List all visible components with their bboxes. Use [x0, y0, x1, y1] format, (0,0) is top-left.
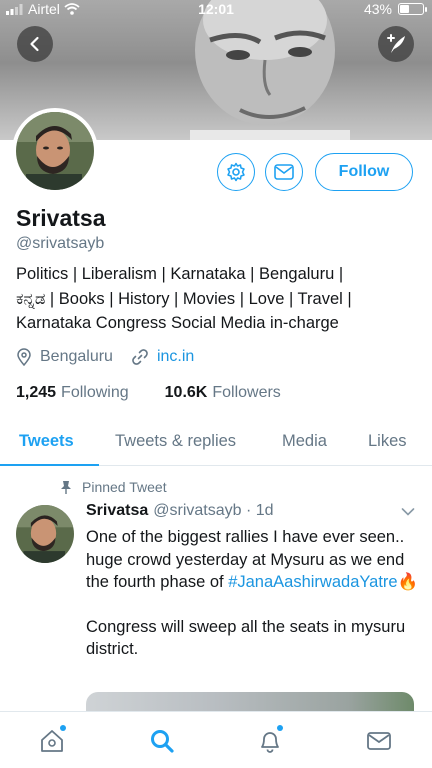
tweet-body[interactable]: One of the biggest rallies I have ever s… — [86, 526, 421, 683]
bio-line: Karnataka Congress Social Media in-charg… — [16, 314, 339, 332]
envelope-icon — [274, 164, 294, 180]
nav-search[interactable] — [147, 726, 177, 756]
direct-message-button[interactable] — [265, 153, 303, 191]
profile-location: Bengaluru — [16, 348, 113, 366]
following-label: Following — [61, 384, 129, 401]
tab-likes[interactable]: Likes — [368, 432, 407, 451]
chevron-left-icon — [30, 36, 39, 52]
back-button[interactable] — [17, 26, 53, 62]
followers-number: 10.6K — [164, 384, 208, 401]
active-tab-indicator — [0, 464, 99, 466]
followers-label: Followers — [212, 384, 281, 401]
tab-media[interactable]: Media — [282, 432, 327, 451]
tab-tweets[interactable]: Tweets — [19, 432, 74, 451]
fire-emoji: 🔥 — [397, 573, 419, 591]
battery-icon — [398, 3, 427, 15]
profile-handle: @srivatsayb — [16, 235, 105, 252]
profile-name: Srivatsa — [16, 205, 106, 231]
compose-tweet-icon — [387, 34, 405, 53]
compose-tweet-button[interactable] — [378, 26, 414, 62]
tweet-hashtag[interactable]: #JanaAashirwadaYatre — [228, 573, 397, 591]
profile-tabs: Tweets Tweets & replies Media Likes — [0, 418, 432, 466]
tweet-avatar[interactable] — [16, 505, 74, 563]
status-bar: Airtel 12:01 43% — [0, 0, 432, 20]
profile-url[interactable]: inc.in — [131, 348, 194, 366]
avatar-image — [16, 112, 94, 190]
search-icon — [151, 730, 174, 753]
battery-percent: 43% — [363, 1, 392, 17]
bottom-nav — [0, 711, 432, 768]
bell-icon — [261, 732, 279, 753]
gear-icon — [227, 162, 245, 182]
location-pin-icon — [17, 348, 31, 366]
tweet-header: Srivatsa @srivatsayb · 1d — [86, 502, 274, 520]
profile-meta: Bengaluru inc.in — [16, 348, 194, 366]
avatar-image — [16, 505, 74, 563]
envelope-icon — [367, 732, 391, 750]
tweet-handle-time: @srivatsayb · 1d — [153, 502, 274, 519]
bio-line: ಕನ್ನಡ | Books | History | Movies | Love … — [16, 289, 352, 308]
tweet-text: Congress will sweep all the seats in mys… — [86, 617, 406, 659]
banner-portrait-image — [190, 0, 350, 140]
pin-icon — [61, 481, 71, 494]
bio-line: Politics | Liberalism | Karnataka | Beng… — [16, 265, 344, 283]
follow-counts: 1,245 Following 10.6K Followers — [16, 384, 317, 402]
link-icon — [132, 349, 148, 365]
nav-messages[interactable] — [364, 726, 394, 756]
url-label[interactable]: inc.in — [157, 348, 194, 366]
follow-button[interactable]: Follow — [315, 153, 413, 191]
location-label: Bengaluru — [40, 348, 113, 365]
followers-count[interactable]: 10.6K Followers — [165, 384, 281, 402]
home-notification-dot — [60, 725, 66, 731]
following-number: 1,245 — [16, 384, 57, 401]
pinned-indicator: Pinned Tweet — [60, 479, 167, 495]
following-count[interactable]: 1,245 Following — [16, 384, 129, 402]
pinned-label: Pinned Tweet — [82, 479, 167, 495]
tweet-author-name[interactable]: Srivatsa — [86, 502, 148, 520]
tab-tweets-replies[interactable]: Tweets & replies — [115, 432, 236, 451]
chevron-down-icon[interactable] — [401, 507, 415, 517]
home-icon — [41, 730, 63, 752]
profile-bio: Politics | Liberalism | Karnataka | Beng… — [16, 262, 421, 336]
notifications-dot — [277, 725, 283, 731]
settings-button[interactable] — [217, 153, 255, 191]
profile-avatar[interactable] — [12, 108, 98, 194]
